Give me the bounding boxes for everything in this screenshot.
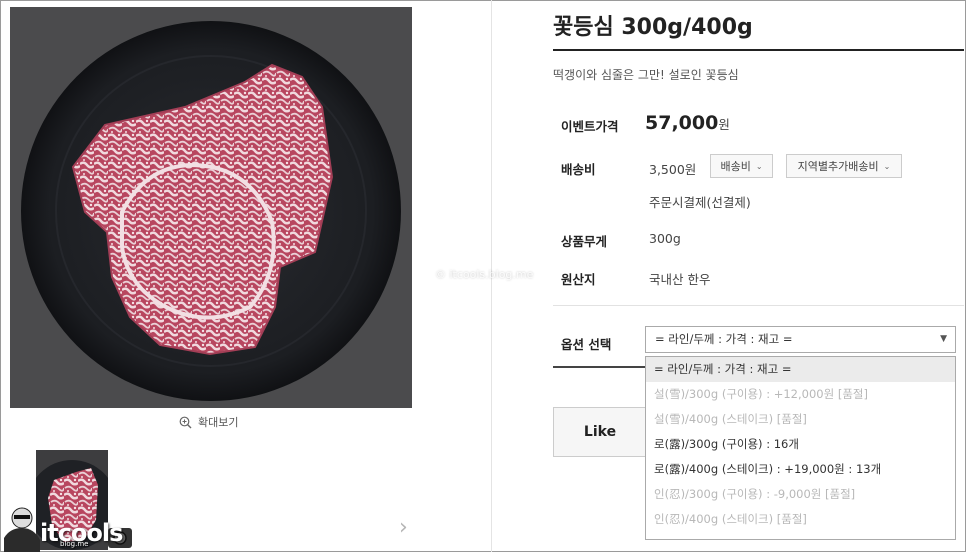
triangle-down-icon: ▼ — [940, 334, 947, 344]
product-title: 꽃등심 300g/400g — [553, 15, 753, 40]
event-price-label: 이벤트가격 — [561, 119, 619, 134]
shipping-note: 주문시결제(선결제) — [649, 195, 751, 210]
zoom-button[interactable]: 확대보기 — [179, 414, 238, 430]
weight-label: 상품무게 — [561, 234, 608, 249]
option-item[interactable]: 로(露)/400g (스테이크) : +19,000원 : 13개 — [646, 457, 955, 482]
shipping-dropdown[interactable]: 배송비 ⌄ — [710, 154, 773, 178]
section-divider — [553, 305, 964, 306]
option-select-value: = 라인/두께 : 가격 : 재고 = — [655, 332, 793, 346]
watermark-logo-sub: blog.me — [60, 540, 89, 548]
product-subtitle: 떡갱이와 심줄은 그만! 설로인 꽃등심 — [553, 68, 739, 82]
event-price: 57,000원 — [645, 112, 730, 134]
shipping-label: 배송비 — [561, 162, 596, 177]
price-unit: 원 — [718, 117, 730, 132]
regional-shipping-label: 지역별추가배송비 — [797, 160, 879, 173]
option-item[interactable]: 로(露)/300g (구이용) : 16개 — [646, 432, 955, 457]
title-divider — [553, 49, 964, 51]
chevron-right-icon[interactable]: › — [399, 515, 408, 540]
shipping-dropdown-label: 배송비 — [720, 160, 751, 173]
option-divider — [553, 366, 645, 368]
like-button[interactable]: Like — [553, 407, 647, 457]
origin-value: 국내산 한우 — [649, 272, 711, 287]
option-item[interactable]: 설(雪)/300g (구이용) : +12,000원 [품절] — [646, 382, 955, 407]
option-label: 옵션 선택 — [561, 337, 612, 352]
zoom-label: 확대보기 — [198, 416, 239, 429]
option-item[interactable]: 인(忍)/400g (스테이크) [품절] — [646, 507, 955, 532]
option-dropdown-list: = 라인/두께 : 가격 : 재고 = 설(雪)/300g (구이용) : +1… — [645, 356, 956, 540]
chevron-down-icon: ⌄ — [755, 161, 763, 171]
watermark-center: © itcools.blog.me — [435, 268, 534, 281]
event-price-value: 57,000 — [645, 112, 719, 134]
option-item[interactable]: 인(忍)/300g (구이용) : -9,000원 [품절] — [646, 482, 955, 507]
product-main-image[interactable] — [10, 7, 412, 408]
shipping-value: 3,500원 — [649, 162, 697, 177]
chevron-down-icon: ⌄ — [883, 161, 891, 171]
option-item[interactable]: = 라인/두께 : 가격 : 재고 = — [646, 357, 955, 382]
zoom-in-icon — [179, 416, 192, 428]
option-item[interactable]: 설(雪)/400g (스테이크) [품절] — [646, 407, 955, 432]
origin-label: 원산지 — [561, 272, 596, 287]
weight-value: 300g — [649, 231, 681, 246]
regional-shipping-dropdown[interactable]: 지역별추가배송비 ⌄ — [786, 154, 902, 178]
option-select[interactable]: = 라인/두께 : 가격 : 재고 = ▼ — [645, 326, 956, 353]
beef-photo — [10, 7, 412, 408]
